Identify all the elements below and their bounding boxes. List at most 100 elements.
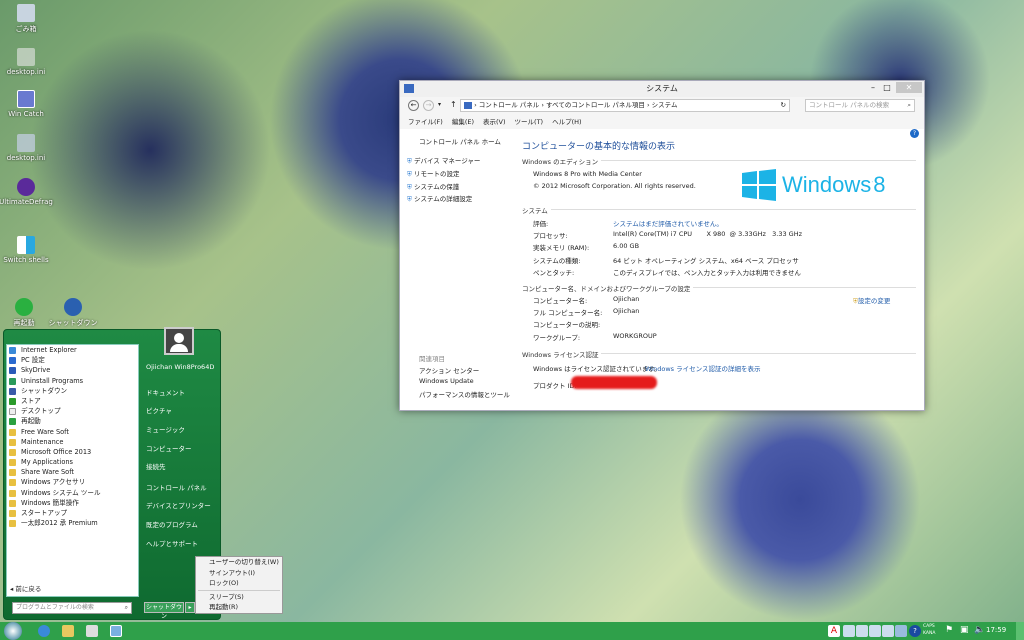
program-icon [9, 377, 16, 385]
breadcrumb-system[interactable]: システム [652, 101, 678, 109]
desktop-icon-recycle-bin[interactable]: ごみ箱 [0, 4, 56, 34]
remote-settings-link[interactable]: ⛨ リモートの設定 [407, 168, 459, 179]
program-item[interactable]: デスクトップ [7, 406, 138, 416]
context-menu-item[interactable]: サインアウト(I) [196, 568, 282, 579]
shield-icon: ⛨ [407, 170, 412, 178]
shutdown-button[interactable]: シャットダウン [144, 602, 184, 620]
close-button[interactable]: ✕ [896, 82, 922, 93]
desktop-icon-win-catch[interactable]: Win Catch [0, 90, 56, 118]
taskbar: A ? CAPS KANA ⚑ ▣ 🔈 17:59 [0, 622, 1024, 640]
performance-link[interactable]: パフォーマンスの情報とツール [419, 389, 510, 399]
device-manager-link[interactable]: ⛨ デバイス マネージャー [407, 155, 480, 166]
forward-button[interactable]: → [423, 100, 434, 111]
program-item[interactable]: Windows システム ツール [7, 488, 138, 498]
context-menu-item[interactable]: 再起動(R) [196, 602, 282, 613]
windows-update-link[interactable]: Windows Update [419, 377, 474, 385]
menu-view[interactable]: 表示(V) [483, 118, 506, 126]
program-item[interactable]: Internet Explorer [7, 345, 138, 355]
refresh-icon[interactable]: ↻ [781, 100, 786, 111]
context-menu-item[interactable]: スリープ(S) [196, 592, 282, 603]
advanced-settings-link[interactable]: ⛨ システムの詳細設定 [407, 193, 472, 204]
user-name[interactable]: Ojiichan Win8Pro64D [146, 363, 216, 372]
action-center-link[interactable]: アクション センター [419, 365, 479, 375]
start-right-item[interactable]: ヘルプとサポート [146, 538, 198, 548]
ime-icon-4[interactable] [882, 625, 894, 637]
menu-file[interactable]: ファイル(F) [408, 118, 443, 126]
flag-icon[interactable]: ⚑ [945, 625, 953, 635]
program-item[interactable]: SkyDrive [7, 365, 138, 375]
user-avatar[interactable] [164, 327, 194, 355]
tray-app-icon[interactable]: A [828, 625, 840, 637]
related-title: 関連項目 [419, 355, 445, 363]
show-desktop-button[interactable] [1016, 622, 1024, 640]
license-details-link[interactable]: Windows ライセンス認証の詳細を表示 [645, 363, 760, 373]
menu-help[interactable]: ヘルプ(H) [552, 118, 581, 126]
start-right-item[interactable]: 既定のプログラム [146, 519, 198, 529]
ime-icon-3[interactable] [869, 625, 881, 637]
breadcrumb-all-items[interactable]: すべてのコントロール パネル項目 [546, 101, 645, 109]
start-orb[interactable] [4, 622, 22, 640]
system-protection-link[interactable]: ⛨ システムの保護 [407, 181, 459, 192]
ime-icon-1[interactable] [843, 625, 855, 637]
program-item[interactable]: ストア [7, 396, 138, 406]
desktop-icon-switch-shells[interactable]: Switch shells [0, 236, 56, 264]
context-menu-item[interactable]: ユーザーの切り替え(W) [196, 557, 282, 568]
search-field[interactable]: コントロール パネルの検索 ⌕ [805, 99, 915, 112]
program-item[interactable]: Windows アクセサリ [7, 477, 138, 487]
program-item[interactable]: 再起動 [7, 416, 138, 426]
program-item[interactable]: 一太郎2012 承 Premium [7, 518, 138, 528]
shutdown-options-arrow[interactable]: ▸ [185, 602, 195, 613]
menu-tools[interactable]: ツール(T) [515, 118, 544, 126]
desktop-icon-shutdown[interactable]: シャットダウン [43, 298, 103, 328]
volume-icon[interactable]: 🔈 [974, 625, 985, 635]
control-panel-icon [464, 101, 472, 109]
start-right-item[interactable]: 接続先 [146, 461, 166, 471]
up-button[interactable]: ↑ [450, 100, 457, 109]
program-item[interactable]: Share Ware Soft [7, 467, 138, 477]
ime-icon-5[interactable] [895, 625, 907, 637]
recent-dropdown-icon[interactable]: ▾ [438, 101, 441, 108]
start-right-item[interactable]: コンピューター [146, 443, 192, 453]
program-item[interactable]: Microsoft Office 2013 [7, 447, 138, 457]
maximize-button[interactable]: □ [880, 82, 894, 93]
start-right-item[interactable]: ドキュメント [146, 387, 185, 397]
ime-icon-2[interactable] [856, 625, 868, 637]
start-right-item[interactable]: ピクチャ [146, 405, 172, 415]
program-item[interactable]: スタートアップ [7, 508, 138, 518]
explorer-taskbar-icon[interactable] [62, 625, 74, 637]
program-search-input[interactable]: プログラムとファイルの検索 ⌕ [12, 602, 132, 614]
program-item[interactable]: シャットダウン [7, 386, 138, 396]
desktop-icon-desktop-ini-2[interactable]: desktop.ini [0, 134, 56, 162]
clock[interactable]: 17:59 [986, 626, 1006, 634]
back-button[interactable]: ← [408, 100, 419, 111]
desktop-icon-desktop-ini[interactable]: desktop.ini [0, 48, 56, 76]
program-item[interactable]: My Applications [7, 457, 138, 467]
program-item[interactable]: Free Ware Soft [7, 427, 138, 437]
control-panel-home-link[interactable]: コントロール パネル ホーム [419, 136, 501, 146]
start-right-item[interactable]: デバイスとプリンター [146, 500, 211, 510]
menu-edit[interactable]: 編集(E) [452, 118, 474, 126]
control-panel-taskbar-icon[interactable] [110, 625, 122, 637]
context-menu-item[interactable]: ロック(O) [196, 578, 282, 589]
address-field[interactable]: › コントロール パネル › すべてのコントロール パネル項目 › システム ↻ [460, 99, 790, 112]
breadcrumb-control-panel[interactable]: コントロール パネル [479, 101, 540, 109]
program-item[interactable]: Maintenance [7, 437, 138, 447]
license-status: Windows はライセンス認証されています。 [533, 365, 661, 373]
system-section: システム [522, 205, 916, 215]
network-icon[interactable]: ▣ [960, 625, 969, 635]
start-right-item[interactable]: コントロール パネル [146, 482, 207, 492]
minimize-button[interactable]: – [866, 82, 880, 93]
program-item[interactable]: PC 設定 [7, 355, 138, 365]
back-button[interactable]: ◂ 前に戻る [10, 583, 41, 593]
program-item[interactable]: Uninstall Programs [7, 376, 138, 386]
start-right-item[interactable]: ミュージック [146, 424, 185, 434]
help-icon[interactable]: ? [910, 129, 919, 138]
menu-divider [198, 589, 280, 591]
ime-help-icon[interactable]: ? [909, 625, 921, 637]
change-settings-link[interactable]: ⛨設定の変更 [853, 295, 890, 306]
program-item[interactable]: Windows 簡単操作 [7, 498, 138, 508]
info-value[interactable]: システムはまだ評価されていません。 [613, 218, 723, 228]
ie-taskbar-icon[interactable] [38, 625, 50, 637]
desktop-icon-ultimatedefrag[interactable]: UltimateDefrag [0, 178, 56, 206]
app-taskbar-icon[interactable] [86, 625, 98, 637]
